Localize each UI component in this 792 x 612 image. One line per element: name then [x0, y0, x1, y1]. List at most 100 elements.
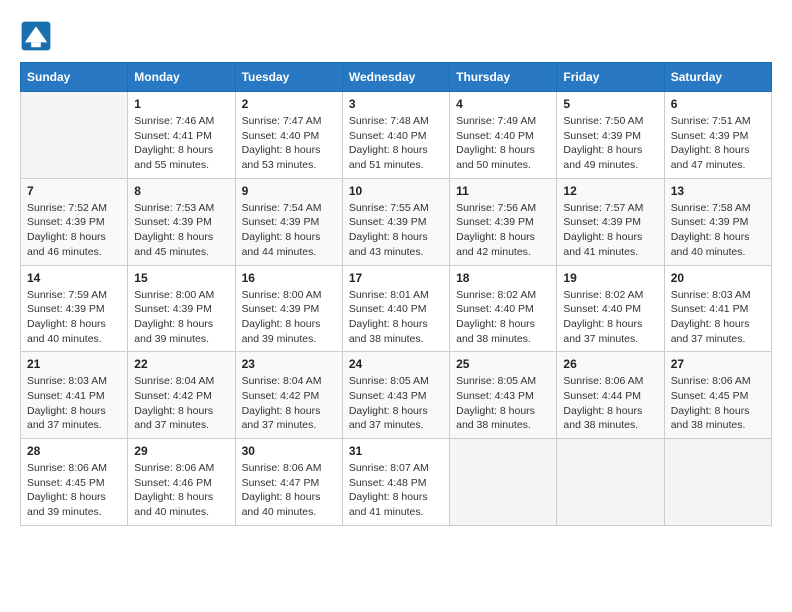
day-info: Sunrise: 7:47 AMSunset: 4:40 PMDaylight:…	[242, 114, 336, 173]
calendar-cell: 22 Sunrise: 8:04 AMSunset: 4:42 PMDayligh…	[128, 352, 235, 439]
day-number: 26	[563, 357, 657, 371]
week-row-2: 7 Sunrise: 7:52 AMSunset: 4:39 PMDaylight…	[21, 178, 772, 265]
calendar-cell: 23 Sunrise: 8:04 AMSunset: 4:42 PMDayligh…	[235, 352, 342, 439]
calendar-cell: 1 Sunrise: 7:46 AMSunset: 4:41 PMDaylight…	[128, 92, 235, 179]
calendar-cell: 31 Sunrise: 8:07 AMSunset: 4:48 PMDayligh…	[342, 439, 449, 526]
day-number: 11	[456, 184, 550, 198]
calendar-cell: 15 Sunrise: 8:00 AMSunset: 4:39 PMDayligh…	[128, 265, 235, 352]
day-info: Sunrise: 8:06 AMSunset: 4:47 PMDaylight:…	[242, 461, 336, 520]
day-number: 25	[456, 357, 550, 371]
logo	[20, 20, 56, 52]
day-info: Sunrise: 7:55 AMSunset: 4:39 PMDaylight:…	[349, 201, 443, 260]
day-info: Sunrise: 7:52 AMSunset: 4:39 PMDaylight:…	[27, 201, 121, 260]
day-info: Sunrise: 7:54 AMSunset: 4:39 PMDaylight:…	[242, 201, 336, 260]
col-header-monday: Monday	[128, 63, 235, 92]
day-info: Sunrise: 8:06 AMSunset: 4:45 PMDaylight:…	[671, 374, 765, 433]
day-number: 6	[671, 97, 765, 111]
week-row-1: 1 Sunrise: 7:46 AMSunset: 4:41 PMDaylight…	[21, 92, 772, 179]
week-row-3: 14 Sunrise: 7:59 AMSunset: 4:39 PMDayligh…	[21, 265, 772, 352]
day-info: Sunrise: 7:53 AMSunset: 4:39 PMDaylight:…	[134, 201, 228, 260]
calendar-cell: 25 Sunrise: 8:05 AMSunset: 4:43 PMDayligh…	[450, 352, 557, 439]
day-number: 1	[134, 97, 228, 111]
calendar-cell: 12Sunrise: 7:57 AMSunset: 4:39 PMDayligh…	[557, 178, 664, 265]
day-number: 19	[563, 271, 657, 285]
calendar-cell	[21, 92, 128, 179]
calendar-cell	[557, 439, 664, 526]
day-info: Sunrise: 8:04 AMSunset: 4:42 PMDaylight:…	[242, 374, 336, 433]
calendar-cell: 16Sunrise: 8:00 AMSunset: 4:39 PMDayligh…	[235, 265, 342, 352]
calendar-cell	[450, 439, 557, 526]
calendar-cell: 20 Sunrise: 8:03 AMSunset: 4:41 PMDayligh…	[664, 265, 771, 352]
col-header-saturday: Saturday	[664, 63, 771, 92]
day-number: 31	[349, 444, 443, 458]
day-number: 23	[242, 357, 336, 371]
calendar-cell: 10Sunrise: 7:55 AMSunset: 4:39 PMDayligh…	[342, 178, 449, 265]
day-number: 15	[134, 271, 228, 285]
calendar-cell: 14 Sunrise: 7:59 AMSunset: 4:39 PMDayligh…	[21, 265, 128, 352]
day-number: 28	[27, 444, 121, 458]
day-info: Sunrise: 8:00 AMSunset: 4:39 PMDaylight:…	[134, 288, 228, 347]
day-number: 7	[27, 184, 121, 198]
day-info: Sunrise: 8:05 AMSunset: 4:43 PMDaylight:…	[349, 374, 443, 433]
calendar-cell: 9 Sunrise: 7:54 AMSunset: 4:39 PMDaylight…	[235, 178, 342, 265]
calendar-cell: 30 Sunrise: 8:06 AMSunset: 4:47 PMDayligh…	[235, 439, 342, 526]
day-number: 17	[349, 271, 443, 285]
day-number: 4	[456, 97, 550, 111]
calendar-cell: 3 Sunrise: 7:48 AMSunset: 4:40 PMDaylight…	[342, 92, 449, 179]
day-info: Sunrise: 7:50 AMSunset: 4:39 PMDaylight:…	[563, 114, 657, 173]
day-info: Sunrise: 8:03 AMSunset: 4:41 PMDaylight:…	[671, 288, 765, 347]
calendar-cell: 18 Sunrise: 8:02 AMSunset: 4:40 PMDayligh…	[450, 265, 557, 352]
col-header-tuesday: Tuesday	[235, 63, 342, 92]
day-info: Sunrise: 8:03 AMSunset: 4:41 PMDaylight:…	[27, 374, 121, 433]
day-number: 14	[27, 271, 121, 285]
page-header	[20, 20, 772, 52]
calendar-cell: 2Sunrise: 7:47 AMSunset: 4:40 PMDaylight…	[235, 92, 342, 179]
calendar-cell: 8Sunrise: 7:53 AMSunset: 4:39 PMDaylight…	[128, 178, 235, 265]
calendar-cell: 17Sunrise: 8:01 AMSunset: 4:40 PMDayligh…	[342, 265, 449, 352]
calendar-cell: 19 Sunrise: 8:02 AMSunset: 4:40 PMDayligh…	[557, 265, 664, 352]
day-info: Sunrise: 8:02 AMSunset: 4:40 PMDaylight:…	[563, 288, 657, 347]
calendar-cell: 21 Sunrise: 8:03 AMSunset: 4:41 PMDayligh…	[21, 352, 128, 439]
calendar-cell: 27 Sunrise: 8:06 AMSunset: 4:45 PMDayligh…	[664, 352, 771, 439]
day-number: 30	[242, 444, 336, 458]
day-number: 24	[349, 357, 443, 371]
day-number: 27	[671, 357, 765, 371]
day-number: 5	[563, 97, 657, 111]
calendar-cell: 13Sunrise: 7:58 AMSunset: 4:39 PMDayligh…	[664, 178, 771, 265]
day-number: 13	[671, 184, 765, 198]
day-number: 22	[134, 357, 228, 371]
logo-icon	[20, 20, 52, 52]
calendar-cell: 24 Sunrise: 8:05 AMSunset: 4:43 PMDayligh…	[342, 352, 449, 439]
calendar-cell: 26 Sunrise: 8:06 AMSunset: 4:44 PMDayligh…	[557, 352, 664, 439]
day-info: Sunrise: 8:00 AMSunset: 4:39 PMDaylight:…	[242, 288, 336, 347]
calendar-cell: 29Sunrise: 8:06 AMSunset: 4:46 PMDayligh…	[128, 439, 235, 526]
day-info: Sunrise: 8:04 AMSunset: 4:42 PMDaylight:…	[134, 374, 228, 433]
day-info: Sunrise: 8:07 AMSunset: 4:48 PMDaylight:…	[349, 461, 443, 520]
calendar-cell: 4 Sunrise: 7:49 AMSunset: 4:40 PMDaylight…	[450, 92, 557, 179]
day-info: Sunrise: 8:02 AMSunset: 4:40 PMDaylight:…	[456, 288, 550, 347]
day-info: Sunrise: 8:06 AMSunset: 4:44 PMDaylight:…	[563, 374, 657, 433]
day-number: 9	[242, 184, 336, 198]
day-info: Sunrise: 8:06 AMSunset: 4:45 PMDaylight:…	[27, 461, 121, 520]
calendar-cell: 6 Sunrise: 7:51 AMSunset: 4:39 PMDaylight…	[664, 92, 771, 179]
day-number: 20	[671, 271, 765, 285]
day-number: 21	[27, 357, 121, 371]
col-header-wednesday: Wednesday	[342, 63, 449, 92]
day-number: 18	[456, 271, 550, 285]
day-info: Sunrise: 7:48 AMSunset: 4:40 PMDaylight:…	[349, 114, 443, 173]
day-info: Sunrise: 8:06 AMSunset: 4:46 PMDaylight:…	[134, 461, 228, 520]
day-info: Sunrise: 7:57 AMSunset: 4:39 PMDaylight:…	[563, 201, 657, 260]
day-number: 3	[349, 97, 443, 111]
calendar-cell: 7 Sunrise: 7:52 AMSunset: 4:39 PMDaylight…	[21, 178, 128, 265]
col-header-thursday: Thursday	[450, 63, 557, 92]
calendar-cell: 11Sunrise: 7:56 AMSunset: 4:39 PMDayligh…	[450, 178, 557, 265]
day-info: Sunrise: 7:51 AMSunset: 4:39 PMDaylight:…	[671, 114, 765, 173]
day-info: Sunrise: 7:46 AMSunset: 4:41 PMDaylight:…	[134, 114, 228, 173]
day-info: Sunrise: 7:59 AMSunset: 4:39 PMDaylight:…	[27, 288, 121, 347]
calendar-cell: 5 Sunrise: 7:50 AMSunset: 4:39 PMDaylight…	[557, 92, 664, 179]
calendar-cell: 28 Sunrise: 8:06 AMSunset: 4:45 PMDayligh…	[21, 439, 128, 526]
calendar-header-row: SundayMondayTuesdayWednesdayThursdayFrid…	[21, 63, 772, 92]
week-row-4: 21 Sunrise: 8:03 AMSunset: 4:41 PMDayligh…	[21, 352, 772, 439]
day-info: Sunrise: 7:49 AMSunset: 4:40 PMDaylight:…	[456, 114, 550, 173]
day-info: Sunrise: 8:05 AMSunset: 4:43 PMDaylight:…	[456, 374, 550, 433]
